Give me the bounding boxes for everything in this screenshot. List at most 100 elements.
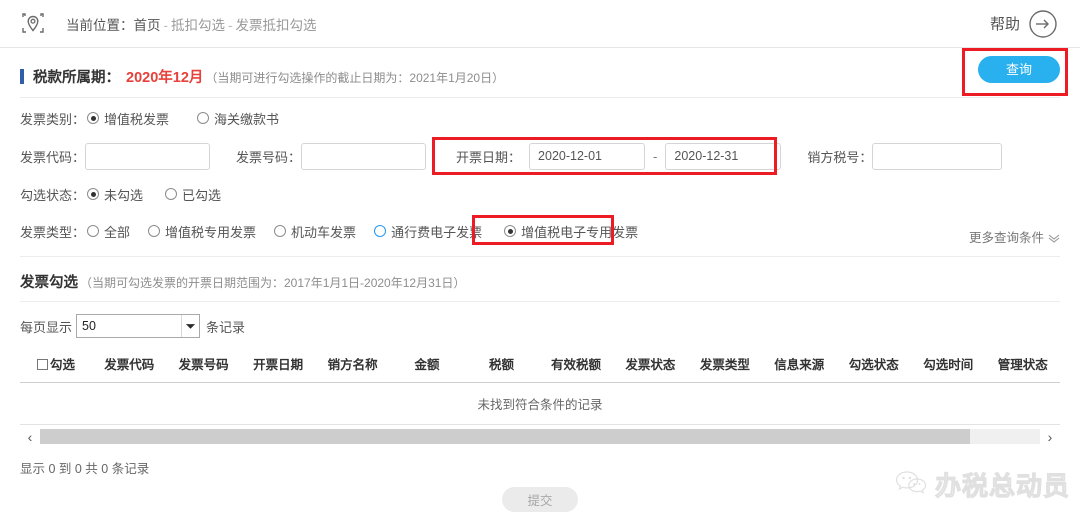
invoice-type-label: 发票类型： [20,224,86,240]
radio-check-status-checked[interactable]: 已勾选 [165,185,221,204]
invoice-date-group: 开票日期： - [456,142,782,170]
help-button[interactable]: 帮助 [990,9,1058,39]
seller-tax-no-label: 销方税号： [807,149,873,165]
submit-button[interactable]: 提交 [502,487,578,512]
radio-invoice-type-special[interactable]: 增值税专用发票 [148,222,256,241]
column-header-tax: 税额 [464,348,539,383]
breadcrumb: 当前位置：首页 - 抵扣勾选 - 发票抵扣勾选 [66,14,317,34]
invoice-code-input[interactable] [85,142,211,170]
record-count-info: 显示 0 到 0 共 0 条记录 [20,462,150,476]
breadcrumb-separator-2: - [228,17,233,33]
page-size-suffix: 条记录 [206,319,246,335]
table-empty-row: 未找到符合条件的记录 [20,382,1060,425]
radio-label: 已勾选 [182,187,222,203]
invoice-date-start-input[interactable] [529,142,646,170]
invoice-selection-note: （当期可勾选发票的开票日期范围为：2017年1月1日-2020年12月31日） [80,276,466,290]
check-status-label: 勾选状态： [20,187,86,203]
invoice-number-input[interactable] [301,142,427,170]
tax-period-note: （当期可进行勾选操作的截止日期为：2021年1月20日） [205,71,505,85]
radio-invoice-type-toll[interactable]: 通行费电子发票 [374,222,482,241]
breadcrumb-item-deduction[interactable]: 抵扣勾选 [171,18,225,33]
radio-label: 增值税专用发票 [165,224,257,240]
radio-icon [87,112,100,124]
column-header-check-status: 勾选状态 [836,348,911,383]
select-all-checkbox[interactable] [36,359,48,370]
column-header-check[interactable]: 勾选 [20,348,92,383]
tax-period-value: 2020年12月 [126,70,204,86]
column-header-invoice-status: 发票状态 [613,348,688,383]
query-button[interactable]: 查询 [978,56,1060,83]
radio-label: 未勾选 [104,187,144,203]
page-size-select[interactable]: 50 [76,314,201,338]
radio-icon [87,225,100,237]
radio-label: 机动车发票 [291,224,357,240]
column-header-invoice-number: 发票号码 [166,348,241,383]
column-header-manage-status: 管理状态 [985,348,1060,383]
page-size-row: 每页显示 50 条记录 [20,302,1060,348]
query-button-wrap: 查询 [978,56,1060,83]
help-label: 帮助 [989,16,1020,33]
radio-category-vat[interactable]: 增值税发票 [87,109,169,128]
scrollbar-track[interactable] [40,429,1040,444]
column-header-seller-name: 销方名称 [315,348,390,383]
column-header-effective-tax: 有效税额 [538,348,614,383]
breadcrumb-separator-1: - [163,17,169,33]
breadcrumb-item-current: 发票抵扣勾选 [235,17,317,33]
invoice-table: 勾选 发票代码 发票号码 开票日期 销方名称 金额 税额 有效税额 发票状态 发… [20,348,1060,425]
table-header-row: 勾选 发票代码 发票号码 开票日期 销方名称 金额 税额 有效税额 发票状态 发… [20,348,1060,383]
radio-label: 增值税电子专用发票 [521,224,639,240]
empty-message: 未找到符合条件的记录 [20,382,1060,425]
chevron-down-icon [1048,232,1060,243]
arrow-right-circle-icon [1028,9,1058,39]
more-conditions-label: 更多查询条件 [968,231,1044,245]
radio-icon [87,188,100,200]
page-size-prefix: 每页显示 [20,319,73,335]
radio-check-status-unchecked[interactable]: 未勾选 [87,185,143,204]
column-header-invoice-date: 开票日期 [240,348,316,383]
breadcrumb-item-home[interactable]: 首页 [134,18,161,33]
column-header-invoice-type: 发票类型 [687,348,763,383]
date-range-separator: - [653,148,658,164]
row-invoice-identifiers: 发票代码： 发票号码： 开票日期： - 销方税号： [20,137,1060,175]
column-label: 勾选 [49,358,75,372]
chevron-down-icon [181,315,199,337]
radio-icon [197,112,210,124]
top-bar: 当前位置：首页 - 抵扣勾选 - 发票抵扣勾选 帮助 [0,0,1080,48]
seller-tax-no-input[interactable] [872,142,1003,170]
invoice-selection-title: 发票勾选 [20,275,78,291]
tax-period-section: 税款所属期： 2020年12月 （当期可进行勾选操作的截止日期为：2021年1月… [20,48,1068,98]
radio-icon [148,225,161,237]
chevron-left-icon[interactable]: ‹ [20,429,40,445]
radio-icon [374,225,387,237]
radio-category-customs[interactable]: 海关缴款书 [197,109,279,128]
radio-icon [274,225,287,237]
invoice-category-label: 发票类别： [20,111,86,127]
column-header-check-time: 勾选时间 [910,348,986,383]
invoice-date-label: 开票日期： [456,149,522,165]
invoice-date-end-input[interactable] [665,142,782,170]
radio-invoice-type-e-special[interactable]: 增值税电子专用发票 [504,222,638,241]
page-size-value: 50 [82,319,96,333]
radio-label: 海关缴款书 [214,111,280,127]
section-accent-bar [20,69,24,84]
radio-invoice-type-all[interactable]: 全部 [87,222,130,241]
row-invoice-category: 发票类别： 增值税发票 海关缴款书 [20,102,1060,134]
radio-invoice-type-vehicle[interactable]: 机动车发票 [274,222,356,241]
column-header-invoice-code: 发票代码 [92,348,167,383]
submit-row: 提交 [20,487,1060,512]
row-check-status: 勾选状态： 未勾选 已勾选 [20,178,1060,210]
location-pin-icon [20,11,46,37]
column-header-amount: 金额 [389,348,465,383]
scrollbar-thumb[interactable] [40,429,970,444]
more-conditions-toggle[interactable]: 更多查询条件 [969,227,1060,246]
table-horizontal-scrollbar[interactable]: ‹ › [20,427,1060,446]
chevron-right-icon[interactable]: › [1040,429,1060,445]
breadcrumb-prefix: 当前位置： [66,17,134,33]
tax-period-label: 税款所属期： [33,70,120,86]
invoice-selection-section: 发票勾选 （当期可勾选发票的开票日期范围为：2017年1月1日-2020年12月… [20,257,1060,302]
row-invoice-type: 发票类型： 全部 增值税专用发票 机动车发票 通行费电子发票 增值税电子专用发票… [20,214,1060,248]
invoice-number-label: 发票号码： [236,149,302,165]
radio-label: 通行费电子发票 [391,224,483,240]
invoice-code-label: 发票代码： [20,149,86,165]
main-panel: 税款所属期： 2020年12月 （当期可进行勾选操作的截止日期为：2021年1月… [0,48,1080,512]
